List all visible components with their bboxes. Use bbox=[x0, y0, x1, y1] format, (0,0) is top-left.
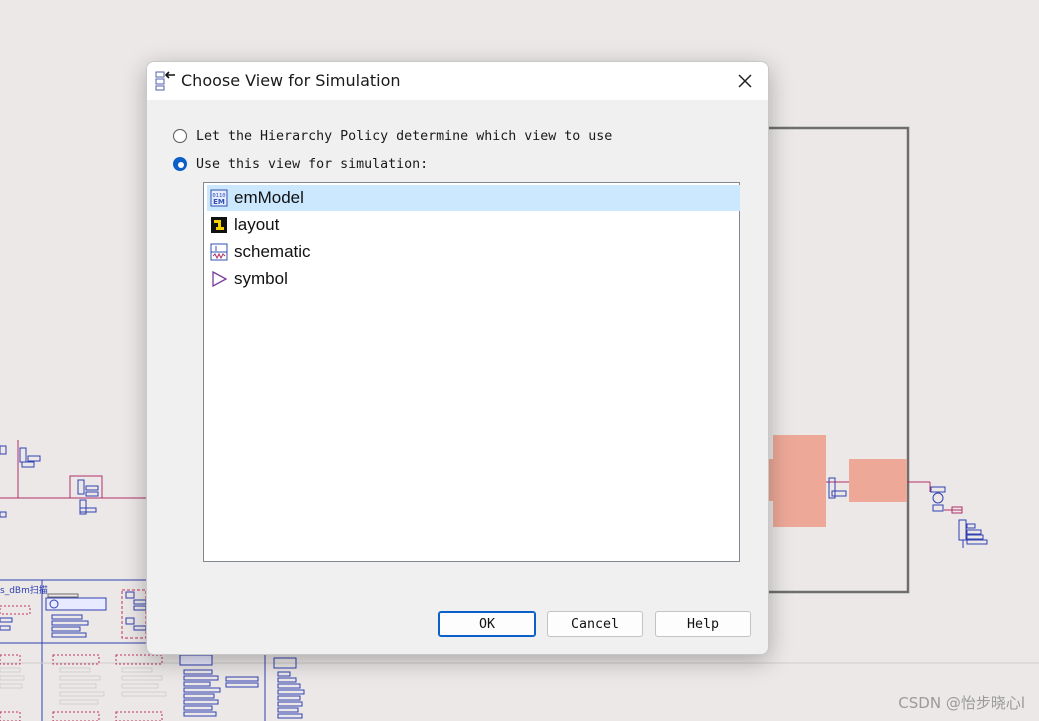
view-select-icon bbox=[155, 71, 175, 91]
em-block-right bbox=[849, 459, 907, 502]
list-item-layout[interactable]: layout bbox=[207, 212, 739, 238]
list-item-emmodel[interactable]: 0110 EM emModel bbox=[207, 185, 740, 211]
radio-label: Use this view for simulation: bbox=[196, 156, 429, 172]
symbol-icon bbox=[212, 270, 228, 288]
list-item-symbol[interactable]: symbol bbox=[207, 266, 739, 292]
annotation-label: s_dBm扫描 bbox=[0, 584, 48, 596]
ok-button[interactable]: OK bbox=[438, 611, 536, 637]
layout-icon bbox=[211, 217, 227, 233]
radio-button[interactable] bbox=[173, 129, 187, 143]
em-model-icon: 0110 EM bbox=[210, 189, 228, 207]
svg-text:EM: EM bbox=[213, 198, 225, 206]
schematic-icon bbox=[210, 243, 228, 261]
close-button[interactable] bbox=[722, 62, 768, 100]
choose-view-dialog: Choose View for Simulation Let the Hiera… bbox=[146, 61, 769, 655]
em-block-large bbox=[773, 435, 826, 527]
list-item-schematic[interactable]: schematic bbox=[207, 239, 739, 265]
radio-button-checked[interactable] bbox=[173, 157, 187, 171]
dialog-title: Choose View for Simulation bbox=[181, 71, 401, 90]
view-list[interactable]: 0110 EM emModel layout schematic symbol bbox=[203, 182, 740, 562]
close-icon bbox=[738, 74, 752, 88]
list-item-label: schematic bbox=[234, 242, 311, 261]
radio-hierarchy-policy[interactable]: Let the Hierarchy Policy determine which… bbox=[173, 127, 612, 145]
watermark: CSDN @怡步晓心l bbox=[898, 694, 1025, 712]
help-button[interactable]: Help bbox=[655, 611, 751, 637]
title-bar[interactable]: Choose View for Simulation bbox=[147, 62, 768, 100]
radio-label: Let the Hierarchy Policy determine which… bbox=[196, 128, 613, 144]
cancel-button[interactable]: Cancel bbox=[547, 611, 643, 637]
radio-use-this-view[interactable]: Use this view for simulation: bbox=[173, 155, 428, 173]
list-item-label: emModel bbox=[234, 188, 304, 207]
list-item-label: layout bbox=[234, 215, 280, 234]
list-item-label: symbol bbox=[234, 269, 288, 288]
